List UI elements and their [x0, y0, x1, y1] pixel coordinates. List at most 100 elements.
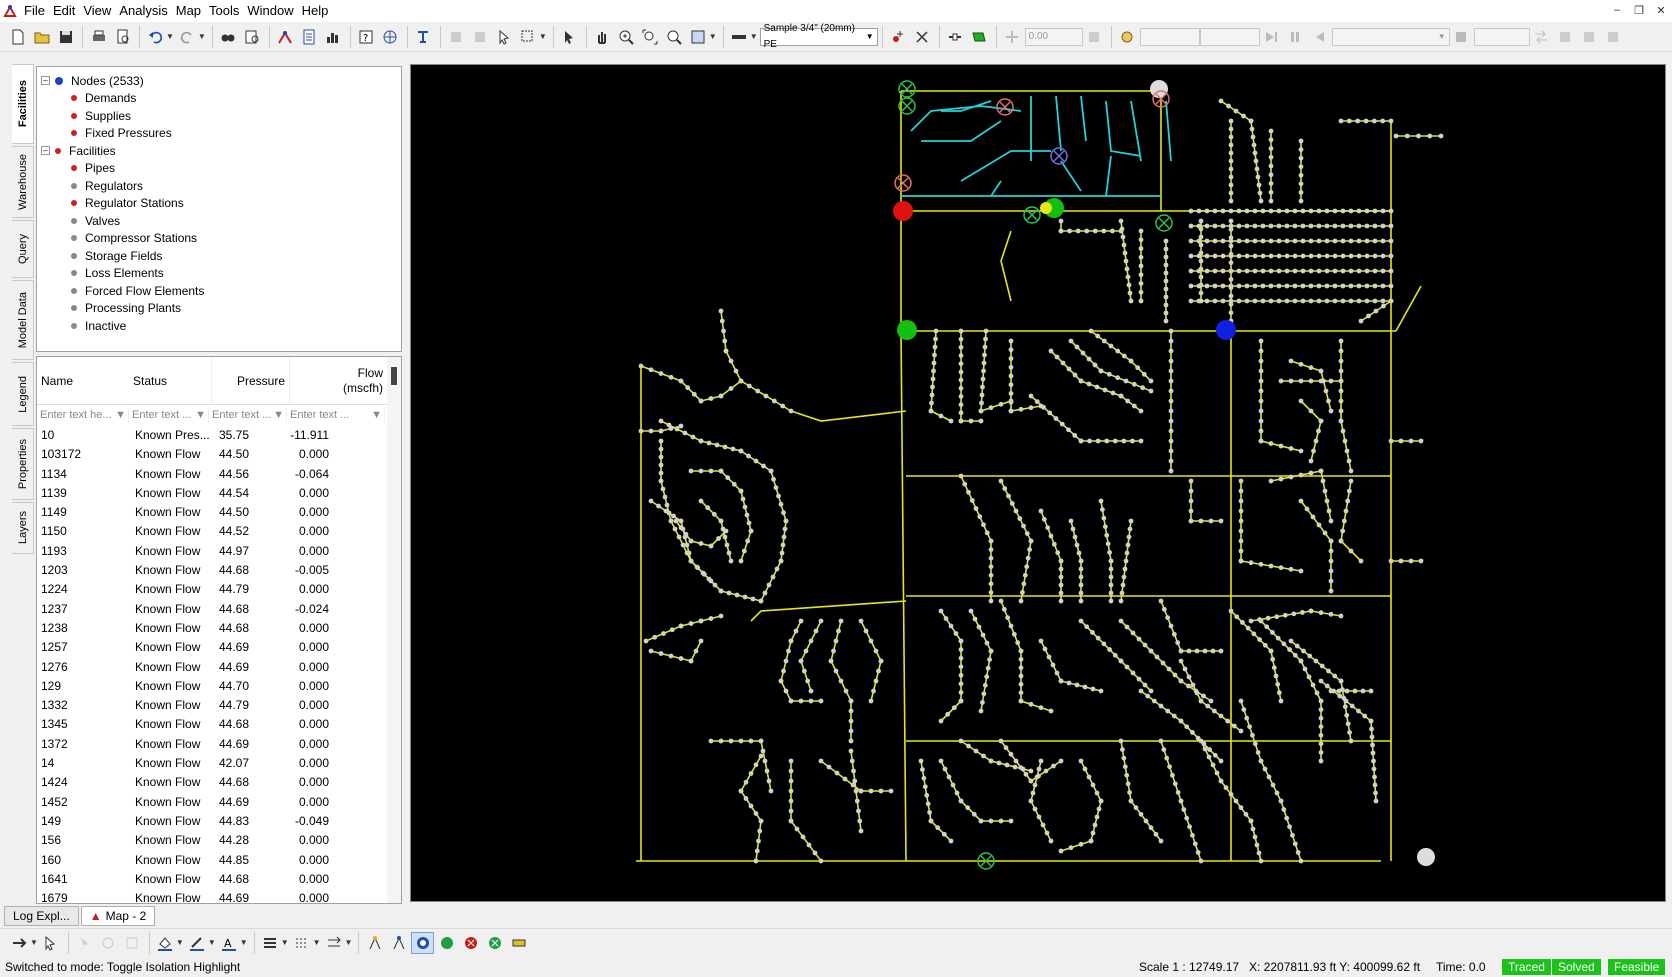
- map-view[interactable]: [410, 64, 1666, 902]
- table-row[interactable]: 1345 Known Flow 44.68 0.000: [37, 715, 387, 734]
- table-row[interactable]: 1203 Known Flow 44.68 -0.005: [37, 561, 387, 580]
- filter-icon[interactable]: ▼: [371, 409, 382, 421]
- menu-tools[interactable]: Tools: [205, 1, 243, 21]
- valve-icon[interactable]: [1050, 147, 1068, 165]
- edit-pointer-icon[interactable]: [40, 932, 63, 954]
- pipe-tool-icon[interactable]: [728, 26, 751, 48]
- isolation-5-icon[interactable]: [459, 932, 482, 954]
- table-row[interactable]: 14 Known Flow 42.07 0.000: [37, 754, 387, 773]
- help-icon[interactable]: ?: [355, 26, 378, 48]
- table-row[interactable]: 1257 Known Flow 44.69 0.000: [37, 638, 387, 657]
- tree-item-valves[interactable]: Valves: [71, 212, 120, 229]
- supply-icon[interactable]: [968, 26, 991, 48]
- new-icon[interactable]: [6, 26, 29, 48]
- table-row[interactable]: 1238 Known Flow 44.68 0.000: [37, 619, 387, 638]
- isolation-4-icon[interactable]: [435, 932, 458, 954]
- table-row[interactable]: 1134 Known Flow 44.56 -0.064: [37, 465, 387, 484]
- isolation-7-icon[interactable]: [507, 932, 530, 954]
- tree-item-demands[interactable]: Demands: [71, 90, 136, 107]
- tree-item-fixed-pressures[interactable]: Fixed Pressures: [71, 125, 172, 142]
- fixed-pressure-marker[interactable]: [893, 201, 913, 221]
- tab-map-2[interactable]: ▲ Map - 2: [80, 906, 156, 926]
- tab-legend[interactable]: Legend: [12, 362, 34, 426]
- tree-item-processing-plants[interactable]: Processing Plants: [71, 300, 181, 317]
- table-row[interactable]: 1193 Known Flow 44.97 0.000: [37, 542, 387, 561]
- toggle-isolation-highlight-icon[interactable]: [411, 931, 435, 954]
- filter-icon[interactable]: ▼: [273, 409, 284, 421]
- tab-log-explorer[interactable]: Log Expl...: [4, 906, 79, 926]
- regulator-marker[interactable]: [1417, 848, 1435, 866]
- open-icon[interactable]: [30, 26, 53, 48]
- arrow-icon[interactable]: [8, 932, 31, 954]
- tree-item-inactive[interactable]: Inactive: [71, 317, 126, 334]
- tab-layers[interactable]: Layers: [12, 502, 34, 554]
- supply-marker[interactable]: [897, 320, 917, 340]
- zoom-window-icon[interactable]: [687, 26, 710, 48]
- select-window-icon[interactable]: [517, 26, 540, 48]
- tree-node-facilities[interactable]: – Facilities: [41, 142, 116, 159]
- menu-help[interactable]: Help: [298, 1, 333, 21]
- table-row[interactable]: 1452 Known Flow 44.69 0.000: [37, 793, 387, 812]
- table-row[interactable]: 1276 Known Flow 44.69 0.000: [37, 658, 387, 677]
- pan-icon[interactable]: [591, 26, 614, 48]
- table-row[interactable]: 1641 Known Flow 44.68 0.000: [37, 870, 387, 889]
- layer-icon[interactable]: [412, 26, 435, 48]
- menu-map[interactable]: Map: [172, 1, 205, 21]
- valve-isolated-icon[interactable]: [1155, 214, 1173, 232]
- table-row[interactable]: 1149 Known Flow 44.50 0.000: [37, 503, 387, 522]
- tree-item-regulators[interactable]: Regulators: [71, 177, 143, 194]
- tree-item-pipes[interactable]: Pipes: [71, 160, 115, 177]
- tree-item-supplies[interactable]: Supplies: [71, 107, 131, 124]
- undo-icon[interactable]: [144, 26, 167, 48]
- table-row[interactable]: 160 Known Flow 44.85 0.000: [37, 851, 387, 870]
- valve-isolated-icon[interactable]: [898, 80, 916, 98]
- table-row[interactable]: 1224 Known Flow 44.79 0.000: [37, 580, 387, 599]
- zoom-extent-icon[interactable]: [639, 26, 662, 48]
- restore-icon[interactable]: ❐: [1628, 0, 1650, 20]
- tab-model-data[interactable]: Model Data: [12, 280, 34, 360]
- report-icon[interactable]: [298, 26, 321, 48]
- node-add-icon[interactable]: [887, 26, 910, 48]
- table-row[interactable]: 156 Known Flow 44.28 0.000: [37, 831, 387, 850]
- pipe-size-combo[interactable]: Sample 3/4" (20mm) PE ▼: [759, 23, 878, 50]
- line-width-icon[interactable]: [259, 932, 282, 954]
- tree-item-forced-flow[interactable]: Forced Flow Elements: [71, 282, 204, 299]
- filter-status[interactable]: Enter text ... ▼: [129, 407, 209, 423]
- network-map[interactable]: [411, 65, 1665, 901]
- trace-icon[interactable]: [274, 26, 297, 48]
- valve-closed-icon[interactable]: [894, 174, 912, 192]
- redo-icon[interactable]: [176, 26, 199, 48]
- table-row[interactable]: 10 Known Pres... 35.75 -11.911: [37, 426, 387, 445]
- column-header-name[interactable]: Name: [41, 357, 129, 405]
- line-style-icon[interactable]: [291, 932, 314, 954]
- filter-icon[interactable]: ▼: [115, 409, 126, 421]
- print-icon[interactable]: [87, 26, 110, 48]
- globe-icon[interactable]: [379, 26, 402, 48]
- valve-isolated-icon[interactable]: [1023, 206, 1041, 224]
- menu-analysis[interactable]: Analysis: [115, 1, 171, 21]
- tree-item-compressor-stations[interactable]: Compressor Stations: [71, 230, 197, 247]
- filter-icon[interactable]: ▼: [195, 409, 206, 421]
- isolation-2-icon[interactable]: [387, 932, 410, 954]
- tree-item-storage-fields[interactable]: Storage Fields: [71, 247, 162, 264]
- line-color-icon[interactable]: [186, 932, 209, 954]
- regulator-icon[interactable]: [944, 26, 967, 48]
- isolation-1-icon[interactable]: [363, 932, 386, 954]
- table-row[interactable]: 1424 Known Flow 44.68 0.000: [37, 773, 387, 792]
- chart-icon[interactable]: [322, 26, 345, 48]
- table-row[interactable]: 149 Known Flow 44.83 -0.049: [37, 812, 387, 831]
- tab-properties[interactable]: Properties: [12, 428, 34, 500]
- tree-node-nodes[interactable]: – Nodes (2533): [41, 72, 144, 89]
- isolation-6-icon[interactable]: [483, 932, 506, 954]
- column-header-pressure[interactable]: Pressure: [211, 357, 285, 405]
- table-row[interactable]: 1332 Known Flow 44.79 0.000: [37, 696, 387, 715]
- pointer-icon[interactable]: [558, 26, 581, 48]
- valve-closed-icon[interactable]: [996, 98, 1014, 116]
- minimize-icon[interactable]: –: [1606, 0, 1628, 20]
- tab-query[interactable]: Query: [12, 220, 34, 278]
- select-icon[interactable]: [493, 26, 516, 48]
- arrow-style-icon[interactable]: [323, 932, 346, 954]
- print-preview-icon[interactable]: [111, 26, 134, 48]
- find-icon[interactable]: [217, 26, 240, 48]
- zoom-in-icon[interactable]: [615, 26, 638, 48]
